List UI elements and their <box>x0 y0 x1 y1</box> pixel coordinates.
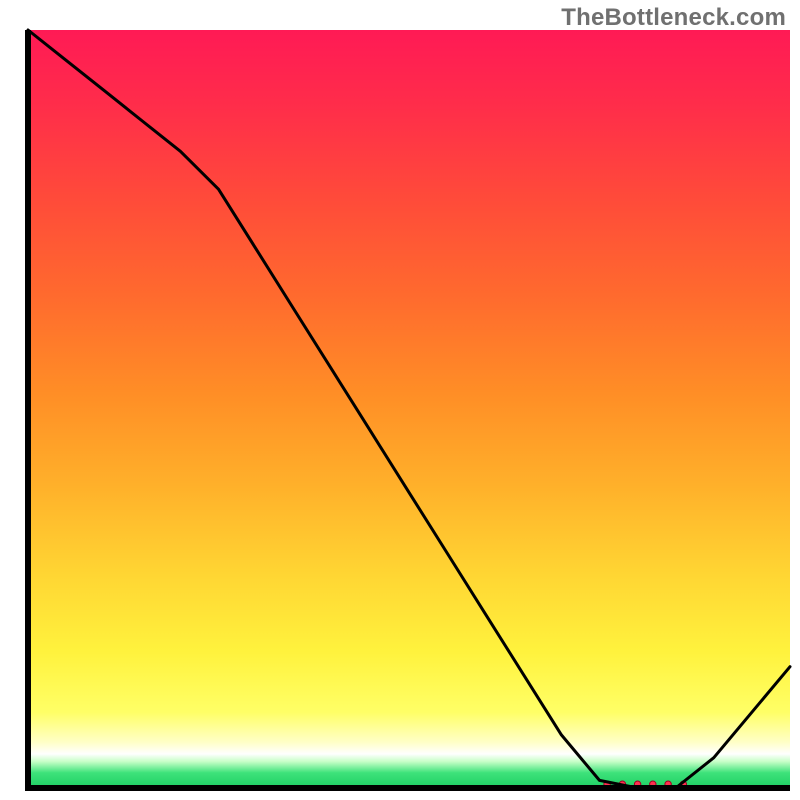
chart-container: TheBottleneck.com <box>0 0 800 800</box>
chart-svg <box>0 0 800 800</box>
plot-background <box>28 30 790 788</box>
